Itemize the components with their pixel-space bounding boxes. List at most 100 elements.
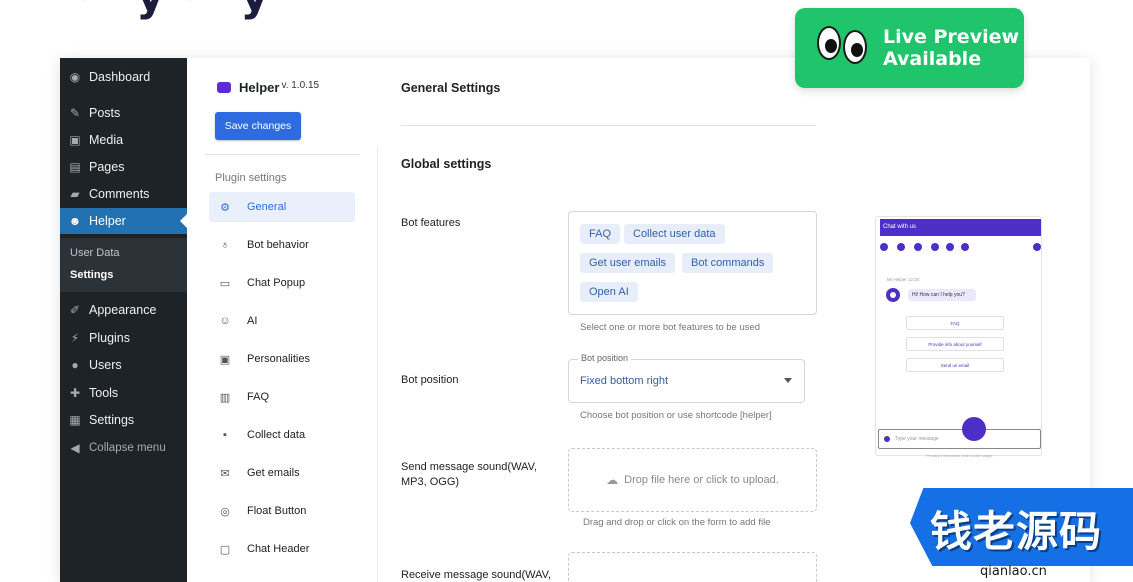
wp-menu-label: Pages [89,160,125,174]
comment-icon: ▰ [70,187,80,201]
nav-item-float-button[interactable]: ◎ Float Button [209,496,355,526]
chat-social-icons [880,243,1041,253]
social-icon[interactable] [946,243,954,251]
touch-icon: ◎ [220,505,230,518]
watermark: 钱老源码 qianlao.cn [910,478,1133,579]
bot-position-helper: Choose bot position or use shortcode [he… [580,410,772,421]
user-icon: ● [71,358,79,372]
wp-menu-pages[interactable]: ▤ Pages [60,154,187,180]
wp-menu-users[interactable]: ● Users [60,352,187,378]
chat-greeting: Hi! How can I help you? [908,289,976,301]
nav-item-label: AI [247,315,258,327]
bot-position-select[interactable]: Bot position Fixed bottom right [568,353,805,403]
wp-menu-label: Helper [89,214,126,228]
nav-item-bot-behavior[interactable]: ♁ Bot behavior [209,230,355,260]
plugin-brand: Helper v. 1.0.15 [217,80,319,95]
social-icon[interactable] [897,243,905,251]
nav-item-faq[interactable]: ▥ FAQ [209,382,355,412]
receive-sound-dropzone[interactable] [568,552,817,582]
send-sound-dropzone[interactable]: ☁ Drop file here or click to upload. [568,448,817,512]
nav-item-collect-data[interactable]: ▪ Collect data [209,420,355,450]
feature-chip-get-user-emails[interactable]: Get user emails [580,253,676,273]
nav-item-label: Get emails [247,467,300,479]
receive-sound-label: Receive message sound(WAV, [401,569,551,581]
watermark-text: 钱老源码 [930,507,1103,556]
nav-item-chat-popup[interactable]: ▭ Chat Popup [209,268,355,298]
chat-message-input[interactable]: Type your message [878,429,1041,449]
chat-meta: Mr Helper 12:34 [887,277,920,282]
wp-menu-label: Comments [89,187,150,201]
nav-item-chat-header[interactable]: ▢ Chat Header [209,534,355,564]
nav-item-label: Float Button [247,505,307,517]
bot-features-helper: Select one or more bot features to be us… [580,322,761,333]
social-icon[interactable] [931,243,939,251]
nav-item-label: FAQ [247,391,270,403]
media-icon: ▣ [69,133,81,147]
chat-option-provide-info[interactable]: Provide info about yourself [906,337,1004,351]
social-icon[interactable] [914,243,922,251]
wp-menu-label: Collapse menu [89,442,166,454]
live-preview-text: Live Preview Available [883,26,1019,70]
chat-option-send-email[interactable]: Send us email [906,358,1004,372]
brush-icon: ✐ [69,303,81,317]
wp-menu-helper[interactable]: ☻ Helper [60,208,187,234]
wp-submenu-settings[interactable]: Settings [70,269,113,281]
wp-menu-label: Posts [89,106,121,120]
header-window-icon: ▢ [219,543,231,556]
wp-menu-posts[interactable]: ✎ Posts [60,100,187,126]
chat-footer: Privacy information and cookie usage [926,453,993,458]
bot-features-label: Bot features [401,217,461,229]
top-heading-fragment: ~ y ~ y [80,0,271,21]
dropzone-helper: Drag and drop or click on the form to ad… [583,517,771,528]
save-changes-button[interactable]: Save changes [215,112,301,140]
bot-features-multiselect[interactable]: FAQ Collect user data Get user emails Bo… [568,211,817,315]
feature-chip-collect-user-data[interactable]: Collect user data [624,224,725,244]
nav-item-get-emails[interactable]: ✉ Get emails [209,458,355,488]
cloud-upload-icon: ☁ [606,473,619,487]
contact-card-icon: ▣ [219,353,231,366]
bot-avatar [886,288,900,302]
dropzone-text: Drop file here or click to upload. [624,474,779,486]
mail-icon: ✉ [220,467,230,480]
social-icon[interactable] [880,243,888,251]
nav-item-label: Chat Header [247,543,310,555]
wp-menu-dashboard[interactable]: ◉ Dashboard [60,64,187,90]
feature-chip-bot-commands[interactable]: Bot commands [682,253,774,273]
wp-menu-plugins[interactable]: ⚡ Plugins [60,325,187,351]
chat-header: Chat with us [880,219,1041,236]
feature-chip-faq[interactable]: FAQ [580,224,621,244]
wp-submenu-user-data[interactable]: User Data [70,247,120,259]
wp-menu-comments[interactable]: ▰ Comments [60,181,187,207]
nav-item-label: Collect data [247,429,306,441]
nav-item-general[interactable]: ⚙ General [209,192,355,222]
social-icon[interactable] [961,243,969,251]
settings-content: General Settings Global settings Bot fea… [400,58,840,582]
live-preview-badge: Live Preview Available [795,8,1024,88]
feature-chip-open-ai[interactable]: Open AI [580,282,638,302]
nav-item-ai[interactable]: ☺ AI [209,306,355,336]
close-icon[interactable] [1033,243,1041,251]
column-divider [377,146,378,582]
nav-item-personalities[interactable]: ▣ Personalities [209,344,355,374]
wrench-icon: ✚ [69,386,81,400]
wp-menu-media[interactable]: ▣ Media [60,127,187,153]
bot-position-legend: Bot position [578,353,632,363]
chat-float-button[interactable] [962,417,986,441]
wp-menu-appearance[interactable]: ✐ Appearance [60,297,187,323]
wp-menu-settings[interactable]: ▦ Settings [60,407,187,433]
wp-menu-label: Users [89,358,122,372]
watermark-url: qianlao.cn [980,564,1047,579]
wp-menu-collapse[interactable]: ◀ Collapse menu [60,435,187,461]
page-title: General Settings [401,81,501,95]
nav-item-label: General [247,201,287,213]
wp-admin-sidebar: ◉ Dashboard ✎ Posts ▣ Media ▤ Pages ▰ Co… [60,58,187,582]
wp-submenu-helper: User Data Settings [60,238,187,292]
plugin-name: Helper [239,80,280,95]
eye-icon [843,30,867,64]
chat-option-faq[interactable]: FAQ [906,316,1004,330]
wp-menu-tools[interactable]: ✚ Tools [60,380,187,406]
gear-icon: ⚙ [220,201,230,214]
robot-icon: ☺ [219,315,231,327]
plugin-nav: Helper v. 1.0.15 Save changes Plugin set… [205,58,360,582]
chat-preview: Chat with us Mr Helper 12:34 Hi! How can… [875,216,1042,458]
